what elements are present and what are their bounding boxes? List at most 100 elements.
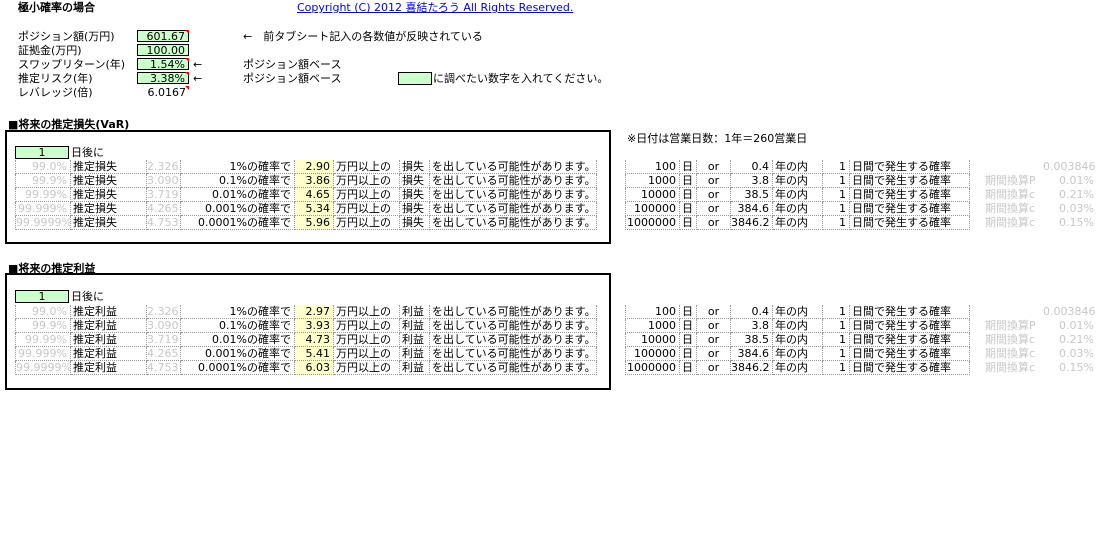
confidence-cell: 99.9% xyxy=(15,174,71,188)
profit-days-input[interactable]: 1 xyxy=(15,290,69,303)
unit-cell: 万円以上の xyxy=(334,174,400,188)
tail-text-cell: を出している可能性があります。 xyxy=(430,216,597,230)
within-years-cell: 年の内 xyxy=(773,305,823,319)
description-cell: 日間で発生する確率 xyxy=(850,160,970,174)
period-conv-value-cell: 0.15% xyxy=(1059,216,1094,229)
description-cell: 日間で発生する確率 xyxy=(850,305,970,319)
one-day-cell: 1 xyxy=(823,361,850,375)
row-label-cell: 推定利益 xyxy=(71,319,147,333)
tail-text-cell: を出している可能性があります。 xyxy=(430,202,597,216)
kind-cell: 利益 xyxy=(400,333,430,347)
unit-cell: 万円以上の xyxy=(334,216,400,230)
description-cell: 日間で発生する確率 xyxy=(850,174,970,188)
copyright-link[interactable]: Copyright (C) 2012 喜結たろう All Rights Rese… xyxy=(297,1,573,14)
tail-text-cell: を出している可能性があります。 xyxy=(430,347,597,361)
years-cell: 3.8 xyxy=(731,174,773,188)
z-score-cell: 2.326 xyxy=(147,305,181,319)
unit-cell: 万円以上の xyxy=(334,305,400,319)
unit-cell: 万円以上の xyxy=(334,202,400,216)
profit-days-label: 日後に xyxy=(71,290,104,303)
unit-cell: 万円以上の xyxy=(334,160,400,174)
comment-marker xyxy=(185,30,189,34)
probability-cell: 0.1%の確率で xyxy=(181,319,295,333)
kind-cell: 利益 xyxy=(400,361,430,375)
z-score-cell: 3.719 xyxy=(147,188,181,202)
days-cell: 10000 xyxy=(625,188,680,202)
kind-cell: 損失 xyxy=(400,174,430,188)
period-conv-label-cell xyxy=(983,160,1043,174)
day-unit-cell: 日 xyxy=(680,160,697,174)
row-label-cell: 推定利益 xyxy=(71,347,147,361)
confidence-cell: 99.99% xyxy=(15,188,71,202)
leverage-value: 6.0167 xyxy=(147,86,187,99)
probability-cell: 0.001%の確率で xyxy=(181,202,295,216)
kind-cell: 利益 xyxy=(400,305,430,319)
tail-text-cell: を出している可能性があります。 xyxy=(430,361,597,375)
tail-text-cell: を出している可能性があります。 xyxy=(430,160,597,174)
comment-marker xyxy=(185,72,189,76)
period-conv-value-cell: 0.03% xyxy=(1059,347,1094,360)
kind-cell: 損失 xyxy=(400,160,430,174)
or-cell: or xyxy=(697,160,731,174)
or-cell: or xyxy=(697,333,731,347)
confidence-cell: 99.0% xyxy=(15,305,71,319)
unit-cell: 万円以上の xyxy=(334,333,400,347)
position-amount-value[interactable]: 601.67 xyxy=(137,30,189,43)
tail-text-cell: を出している可能性があります。 xyxy=(430,319,597,333)
row-label-cell: 推定利益 xyxy=(71,305,147,319)
confidence-cell: 99.9999% xyxy=(15,216,71,230)
tail-text-cell: を出している可能性があります。 xyxy=(430,174,597,188)
probability-cell: 1%の確率で xyxy=(181,305,295,319)
or-cell: or xyxy=(697,202,731,216)
day-unit-cell: 日 xyxy=(680,333,697,347)
row-label-cell: 推定損失 xyxy=(71,160,147,174)
unit-cell: 万円以上の xyxy=(334,319,400,333)
days-cell: 10000 xyxy=(625,333,680,347)
z-score-cell: 4.265 xyxy=(147,202,181,216)
one-day-cell: 1 xyxy=(823,319,850,333)
amount-cell: 4.65 xyxy=(295,188,334,202)
one-day-cell: 1 xyxy=(823,347,850,361)
day-unit-cell: 日 xyxy=(680,216,697,230)
row-label-cell: 推定損失 xyxy=(71,174,147,188)
day-unit-cell: 日 xyxy=(680,188,697,202)
tail-text-cell: を出している可能性があります。 xyxy=(430,333,597,347)
amount-cell: 5.96 xyxy=(295,216,334,230)
period-conv-label-cell: 期間換算P xyxy=(985,319,1036,332)
description-cell: 日間で発生する確率 xyxy=(850,202,970,216)
amount-cell: 2.97 xyxy=(295,305,334,319)
one-day-cell: 1 xyxy=(823,174,850,188)
probability-cell: 0.001%の確率で xyxy=(181,347,295,361)
one-day-cell: 1 xyxy=(823,160,850,174)
within-years-cell: 年の内 xyxy=(773,202,823,216)
or-cell: or xyxy=(697,319,731,333)
period-conv-value-cell: 0.003846 xyxy=(1043,160,1096,173)
row-label-cell: 推定損失 xyxy=(71,216,147,230)
confidence-cell: 99.9% xyxy=(15,319,71,333)
unit-cell: 万円以上の xyxy=(334,347,400,361)
estimated-risk-value[interactable]: 3.38% xyxy=(137,72,189,85)
period-conv-value-cell: 0.21% xyxy=(1059,333,1094,346)
row-label-cell: 推定利益 xyxy=(71,333,147,347)
amount-cell: 3.93 xyxy=(295,319,334,333)
position-base-note: ポジション額ベース xyxy=(243,72,342,85)
position-amount-label: ポジション額(万円) xyxy=(18,30,115,43)
days-cell: 1000000 xyxy=(625,361,680,375)
probability-cell: 0.1%の確率で xyxy=(181,174,295,188)
period-conv-value-cell: 0.01% xyxy=(1059,174,1094,187)
var-days-input[interactable]: 1 xyxy=(15,146,69,159)
swap-return-value[interactable]: 1.54% xyxy=(137,58,189,71)
margin-value[interactable]: 100.00 xyxy=(137,44,189,57)
amount-cell: 5.41 xyxy=(295,347,334,361)
period-conv-label-cell: 期間換算c xyxy=(985,202,1036,215)
within-years-cell: 年の内 xyxy=(773,174,823,188)
position-base-note: ポジション額ベース xyxy=(243,58,342,71)
days-cell: 100 xyxy=(625,160,680,174)
row-label-cell: 推定損失 xyxy=(71,188,147,202)
page-title: 極小確率の場合 xyxy=(18,1,95,14)
period-conv-value-cell: 0.21% xyxy=(1059,188,1094,201)
years-cell: 3.8 xyxy=(731,319,773,333)
years-cell: 38.5 xyxy=(731,188,773,202)
period-conv-value-cell: 0.15% xyxy=(1059,361,1094,374)
day-unit-cell: 日 xyxy=(680,202,697,216)
